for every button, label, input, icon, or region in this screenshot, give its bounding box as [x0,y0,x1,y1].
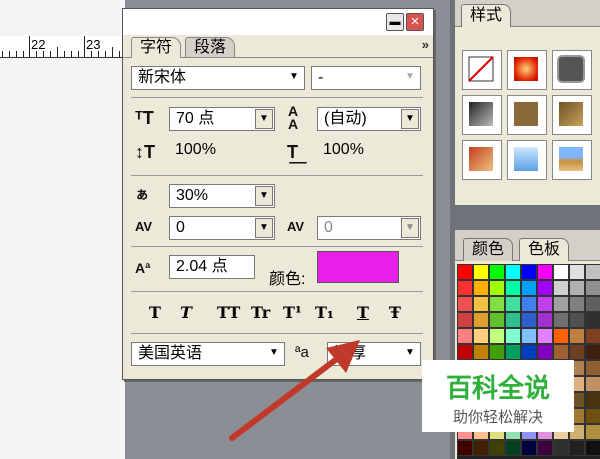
watermark-logo: 百科全说 助你轻松解决 [422,360,574,432]
tab-character[interactable]: 字符 [131,37,182,58]
watermark-subtitle: 助你轻松解决 [452,408,543,426]
watermark-title: 百科全说 [445,374,550,404]
